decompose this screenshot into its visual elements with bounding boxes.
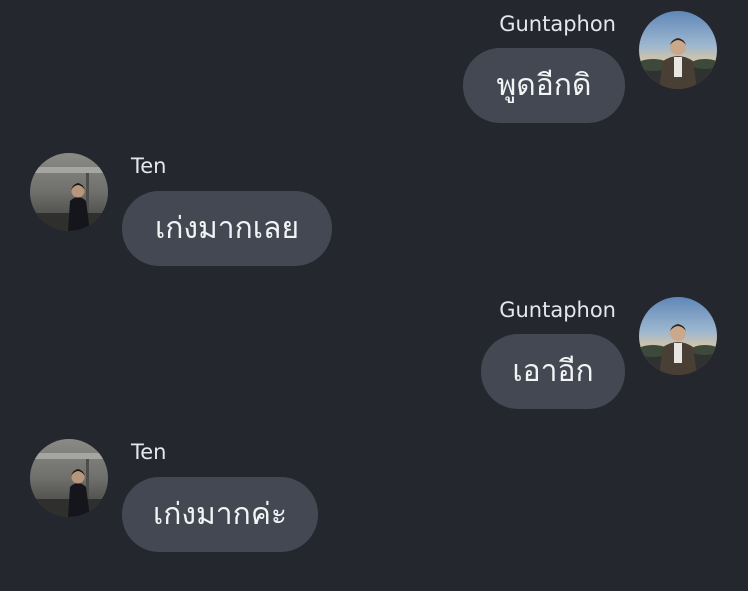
sender-name: Ten: [131, 440, 167, 464]
message-bubble[interactable]: พูดอีกดิ: [463, 48, 625, 123]
sender-name: Guntaphon: [499, 298, 616, 322]
sender-name: Ten: [131, 154, 167, 178]
message-bubble[interactable]: เก่งมากค่ะ: [122, 477, 318, 552]
ten-avatar[interactable]: [30, 153, 108, 231]
guntaphon-avatar[interactable]: [639, 11, 717, 89]
message-bubble[interactable]: เอาอีก: [481, 334, 625, 409]
ten-avatar[interactable]: [30, 439, 108, 517]
sender-name: Guntaphon: [499, 12, 616, 36]
guntaphon-avatar[interactable]: [639, 297, 717, 375]
message-bubble[interactable]: เก่งมากเลย: [122, 191, 332, 266]
